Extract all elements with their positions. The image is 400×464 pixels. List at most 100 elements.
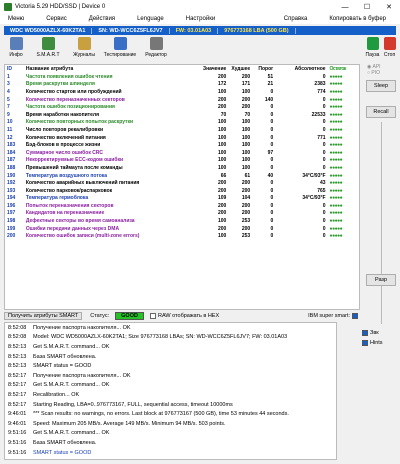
attr-raw: 0 — [322, 73, 326, 80]
log-message: Получение паспорта накопителя... OK — [33, 372, 131, 379]
table-row[interactable]: 187 Некорректируемые ECC-кодом ошибки 100 1… — [5, 157, 359, 165]
col-raw[interactable]: Абсолютное — [275, 65, 327, 73]
table-row[interactable]: 192 Количество аварийных выключений питан… — [5, 179, 359, 187]
attr-threshold: 140 — [264, 96, 274, 103]
sound-checkbox[interactable] — [362, 330, 368, 336]
table-row[interactable]: 11 Число повторов рекалибровки 100 100 0 0 ●●●… — [5, 126, 359, 134]
table-row[interactable]: 197 Кандидатов на переназначение 200 200 0 0 ●… — [5, 210, 359, 218]
attr-name: Частота появления ошибок чтения — [25, 73, 113, 80]
attr-threshold: 0 — [270, 164, 274, 171]
drive-firmware: FW: 03.01A03 — [170, 27, 219, 34]
menu-item-copy[interactable]: Копировать в буфер — [329, 16, 386, 22]
attr-worst: 171 — [241, 81, 251, 88]
col-name[interactable]: Название атрибута — [24, 65, 200, 73]
table-row[interactable]: 196 Попыток переназначения секторов 200 200… — [5, 202, 359, 210]
table-row[interactable]: 12 Количество включений питания 100 100 0 771… — [5, 134, 359, 142]
attr-worst: 200 — [241, 180, 251, 187]
attr-name: Попыток переназначения секторов — [25, 202, 114, 209]
attr-worst: 200 — [241, 187, 251, 194]
attr-remain: ●●●●● — [329, 142, 343, 149]
attr-remain: ●●●●● — [329, 164, 343, 171]
log-message: Recalibration... OK — [33, 391, 80, 398]
pause-stop-row: Пауза Стоп — [364, 37, 398, 62]
attr-raw: 0 — [322, 157, 326, 164]
table-row[interactable]: 10 Количество повторных попыток раскрутки… — [5, 119, 359, 127]
attr-remain: ●●●●● — [329, 202, 343, 209]
attr-name: Количество включений питания — [25, 134, 106, 141]
col-worst[interactable]: Худшее — [228, 65, 252, 73]
minimize-icon[interactable]: — — [334, 0, 356, 14]
pause-button[interactable]: Пауза — [365, 37, 380, 62]
log-time: 9:46:01 — [8, 411, 27, 418]
col-threshold[interactable]: Порог — [252, 65, 275, 73]
toolbar-smart-button[interactable]: S.M.A.R.T — [32, 37, 64, 62]
log-message: Starting Reading, LBA=0..976773167, FULL… — [33, 401, 233, 408]
log-line: 8:52:08 Получение паспорта накопителя... … — [5, 323, 336, 333]
table-row[interactable]: 4 Количество стартов или пробуждений 100 10… — [5, 88, 359, 96]
toolbar-logs-button[interactable]: Журналы — [68, 37, 100, 62]
attr-value: 100 — [217, 142, 227, 149]
close-icon[interactable]: ✕ — [378, 0, 400, 14]
attr-worst: 200 — [241, 210, 251, 217]
hints-checkbox[interactable] — [362, 340, 368, 346]
attr-threshold: 0 — [270, 134, 274, 141]
log-time: 9:51:16 — [8, 430, 27, 437]
table-row[interactable]: 3 Время раскрутки шпинделя 172 171 21 2383 ●●●… — [5, 81, 359, 89]
log-panel[interactable]: 8:52:08 Получение паспорта накопителя... … — [4, 322, 337, 460]
table-row[interactable]: 5 Количество переназначенных секторов 200 2… — [5, 96, 359, 104]
info-icon — [9, 37, 23, 50]
attr-id: 3 — [7, 81, 10, 88]
table-row[interactable]: 7 Частота ошибок позиционирования 200 200 0 0… — [5, 103, 359, 111]
menu-item-help[interactable]: Справка — [284, 16, 308, 22]
sleep-button[interactable]: Sleep — [366, 80, 396, 92]
toolbar-info-button[interactable]: Инфо — [4, 37, 28, 62]
col-remain[interactable]: Остаток — [328, 65, 359, 73]
toolbar-editor-button[interactable]: Редактор — [140, 37, 172, 62]
log-line: 8:52:13 Get S.M.A.R.T. command... OK — [5, 342, 336, 352]
menu-item-main[interactable]: Меню — [8, 16, 24, 22]
table-row[interactable]: 9 Время наработки накопителя 70 70 0 22533 ●●●… — [5, 111, 359, 119]
table-row[interactable]: 193 Количество парковок/распарковок 200 200… — [5, 187, 359, 195]
table-row[interactable]: 198 Дефектные секторы во время самоанализ… — [5, 217, 359, 225]
recall-button[interactable]: Recall — [366, 106, 396, 118]
table-row[interactable]: 194 Температура гермоблока 109 104 0 34°C/93°… — [5, 195, 359, 203]
table-row[interactable]: 200 Количество ошибок записи (multi-zone … — [5, 232, 359, 240]
attr-id: 200 — [7, 233, 16, 240]
table-row[interactable]: 188 Превышений таймаута после команды 100 1… — [5, 164, 359, 172]
attr-value: 100 — [217, 119, 227, 126]
hints-option[interactable]: Hints — [362, 340, 396, 346]
pio-radio[interactable]: ○ PIO — [364, 70, 398, 76]
table-row[interactable]: 1 Частота появления ошибок чтения 200 200 51… — [5, 73, 359, 81]
menu-item-service[interactable]: Сервис — [46, 16, 67, 22]
attr-raw: 0 — [322, 233, 326, 240]
attr-raw: 765 — [317, 187, 326, 194]
attr-worst: 253 — [241, 233, 251, 240]
stop-button[interactable]: Стоп — [382, 37, 397, 62]
attr-value: 200 — [217, 104, 227, 111]
ibm-checkbox[interactable] — [352, 313, 358, 319]
table-row[interactable]: 190 Температура воздушного потока 66 61 40 34… — [5, 172, 359, 180]
col-value[interactable]: Значение — [200, 65, 229, 73]
attr-id: 194 — [7, 195, 16, 202]
menu-item-settings[interactable]: Настройки — [186, 16, 215, 22]
attr-name: Дефектные секторы во время самоанализа — [25, 218, 135, 225]
table-row[interactable]: 184 Суммарное число ошибок CRC 100 100 97 0 ●●… — [5, 149, 359, 157]
attr-name: Температура гермоблока — [25, 195, 89, 202]
menu-item-actions[interactable]: Действия — [89, 16, 115, 22]
table-row[interactable]: 199 Ошибки передачи данных через DMA 200 20… — [5, 225, 359, 233]
maximize-icon[interactable]: ☐ — [356, 0, 378, 14]
attr-threshold: 0 — [270, 88, 274, 95]
razvr-button[interactable]: Разр — [366, 274, 396, 286]
attr-id: 199 — [7, 225, 16, 232]
attr-name: Ошибки передачи данных через DMA — [25, 225, 120, 232]
attr-remain: ●●●●● — [329, 81, 343, 88]
table-row[interactable]: 183 Бэд-блоков в процессе жизни 100 100 0 0 ●●… — [5, 141, 359, 149]
menu-item-language[interactable]: Lenguage — [137, 16, 164, 22]
toolbar-test-button[interactable]: Тестирование — [104, 37, 136, 62]
attr-raw: 0 — [322, 202, 326, 209]
sound-option[interactable]: Звк — [362, 330, 396, 336]
col-id[interactable]: ID — [5, 65, 24, 73]
get-smart-button[interactable]: Получить атрибуты SMART — [4, 312, 83, 320]
raw-hex-checkbox[interactable] — [149, 313, 156, 319]
drive-info-bar[interactable]: WDC WD5000AZLX-60K2TA1 SN: WD-WCC6Z5FL6J… — [4, 26, 396, 35]
